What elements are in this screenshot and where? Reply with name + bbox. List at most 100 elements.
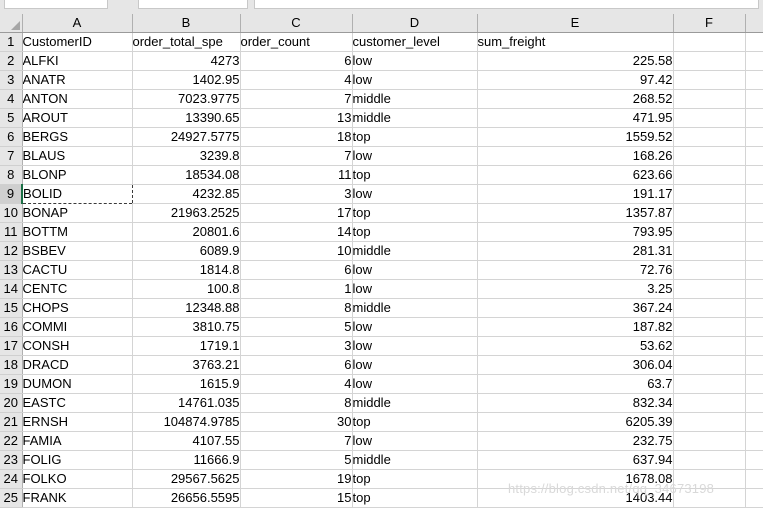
- row-header-11[interactable]: 11: [0, 222, 23, 242]
- cell-B10[interactable]: 21963.2525: [132, 203, 241, 223]
- cell-D19[interactable]: low: [352, 374, 478, 394]
- cell-D17[interactable]: low: [352, 336, 478, 356]
- cell-B23[interactable]: 11666.9: [132, 450, 241, 470]
- cell-B20[interactable]: 14761.035: [132, 393, 241, 413]
- cell-F14[interactable]: [673, 279, 746, 299]
- cell-C17[interactable]: 3: [240, 336, 353, 356]
- cell-B25[interactable]: 26656.5595: [132, 488, 241, 508]
- row-header-22[interactable]: 22: [0, 431, 23, 451]
- cell-F7[interactable]: [673, 146, 746, 166]
- cell-E24[interactable]: 1678.08: [477, 469, 674, 489]
- cell-D24[interactable]: top: [352, 469, 478, 489]
- cell-A19[interactable]: DUMON: [22, 374, 133, 394]
- cell-E7[interactable]: 168.26: [477, 146, 674, 166]
- cell-F1[interactable]: [673, 32, 746, 52]
- cell-D2[interactable]: low: [352, 51, 478, 71]
- cell-E23[interactable]: 637.94: [477, 450, 674, 470]
- cell-E18[interactable]: 306.04: [477, 355, 674, 375]
- cell-D10[interactable]: top: [352, 203, 478, 223]
- cell-E5[interactable]: 471.95: [477, 108, 674, 128]
- row-header-12[interactable]: 12: [0, 241, 23, 261]
- cell-E19[interactable]: 63.7: [477, 374, 674, 394]
- row-header-13[interactable]: 13: [0, 260, 23, 280]
- column-header-f[interactable]: F: [673, 14, 746, 33]
- cell-F22[interactable]: [673, 431, 746, 451]
- cell-A24[interactable]: FOLKO: [22, 469, 133, 489]
- column-header-d[interactable]: D: [352, 14, 478, 33]
- cell-A10[interactable]: BONAP: [22, 203, 133, 223]
- cell-E16[interactable]: 187.82: [477, 317, 674, 337]
- cell-B8[interactable]: 18534.08: [132, 165, 241, 185]
- cell-C12[interactable]: 10: [240, 241, 353, 261]
- row-header-25[interactable]: 25: [0, 488, 23, 508]
- cell-C11[interactable]: 14: [240, 222, 353, 242]
- cell-B14[interactable]: 100.8: [132, 279, 241, 299]
- cell-F4[interactable]: [673, 89, 746, 109]
- cell-A16[interactable]: COMMI: [22, 317, 133, 337]
- cell-A13[interactable]: CACTU: [22, 260, 133, 280]
- cell-F3[interactable]: [673, 70, 746, 90]
- cell-B21[interactable]: 104874.9785: [132, 412, 241, 432]
- cell-E9[interactable]: 191.17: [477, 184, 674, 204]
- cell-B22[interactable]: 4107.55: [132, 431, 241, 451]
- cell-A25[interactable]: FRANK: [22, 488, 133, 508]
- cell-A9[interactable]: BOLID: [21, 183, 133, 204]
- cell-A23[interactable]: FOLIG: [22, 450, 133, 470]
- cell-C16[interactable]: 5: [240, 317, 353, 337]
- cell-D4[interactable]: middle: [352, 89, 478, 109]
- row-header-23[interactable]: 23: [0, 450, 23, 470]
- row-header-5[interactable]: 5: [0, 108, 23, 128]
- cell-A5[interactable]: AROUT: [22, 108, 133, 128]
- cell-C24[interactable]: 19: [240, 469, 353, 489]
- cell-F5[interactable]: [673, 108, 746, 128]
- row-header-16[interactable]: 16: [0, 317, 23, 337]
- cell-A12[interactable]: BSBEV: [22, 241, 133, 261]
- cell-F17[interactable]: [673, 336, 746, 356]
- cell-B11[interactable]: 20801.6: [132, 222, 241, 242]
- column-header-a[interactable]: A: [22, 14, 133, 33]
- cell-F15[interactable]: [673, 298, 746, 318]
- row-header-7[interactable]: 7: [0, 146, 23, 166]
- cell-C20[interactable]: 8: [240, 393, 353, 413]
- row-header-4[interactable]: 4: [0, 89, 23, 109]
- cell-B13[interactable]: 1814.8: [132, 260, 241, 280]
- cell-B18[interactable]: 3763.21: [132, 355, 241, 375]
- select-all-corner[interactable]: [0, 14, 23, 33]
- cell-C8[interactable]: 11: [240, 165, 353, 185]
- cell-A20[interactable]: EASTC: [22, 393, 133, 413]
- cell-D13[interactable]: low: [352, 260, 478, 280]
- cell-B12[interactable]: 6089.9: [132, 241, 241, 261]
- cell-A7[interactable]: BLAUS: [22, 146, 133, 166]
- cell-A22[interactable]: FAMIA: [22, 431, 133, 451]
- cell-B4[interactable]: 7023.9775: [132, 89, 241, 109]
- cell-C10[interactable]: 17: [240, 203, 353, 223]
- cell-D21[interactable]: top: [352, 412, 478, 432]
- worksheet-grid[interactable]: A B C D E F 1 CustomerID order_total_spe order_co…: [0, 14, 763, 510]
- cell-C22[interactable]: 7: [240, 431, 353, 451]
- cell-D5[interactable]: middle: [352, 108, 478, 128]
- cell-D1[interactable]: customer_level: [352, 32, 478, 52]
- row-header-21[interactable]: 21: [0, 412, 23, 432]
- cell-C7[interactable]: 7: [240, 146, 353, 166]
- cell-D7[interactable]: low: [352, 146, 478, 166]
- cell-D3[interactable]: low: [352, 70, 478, 90]
- row-header-1[interactable]: 1: [0, 32, 23, 52]
- cell-D14[interactable]: low: [352, 279, 478, 299]
- cell-C4[interactable]: 7: [240, 89, 353, 109]
- cell-C18[interactable]: 6: [240, 355, 353, 375]
- cell-A6[interactable]: BERGS: [22, 127, 133, 147]
- cell-F11[interactable]: [673, 222, 746, 242]
- row-header-10[interactable]: 10: [0, 203, 23, 223]
- cell-E6[interactable]: 1559.52: [477, 127, 674, 147]
- cell-F10[interactable]: [673, 203, 746, 223]
- cell-A14[interactable]: CENTC: [22, 279, 133, 299]
- cell-F12[interactable]: [673, 241, 746, 261]
- cell-E14[interactable]: 3.25: [477, 279, 674, 299]
- cell-C3[interactable]: 4: [240, 70, 353, 90]
- cell-B16[interactable]: 3810.75: [132, 317, 241, 337]
- cell-F25[interactable]: [673, 488, 746, 508]
- cell-C9[interactable]: 3: [240, 184, 353, 204]
- cell-E12[interactable]: 281.31: [477, 241, 674, 261]
- row-header-3[interactable]: 3: [0, 70, 23, 90]
- cell-E3[interactable]: 97.42: [477, 70, 674, 90]
